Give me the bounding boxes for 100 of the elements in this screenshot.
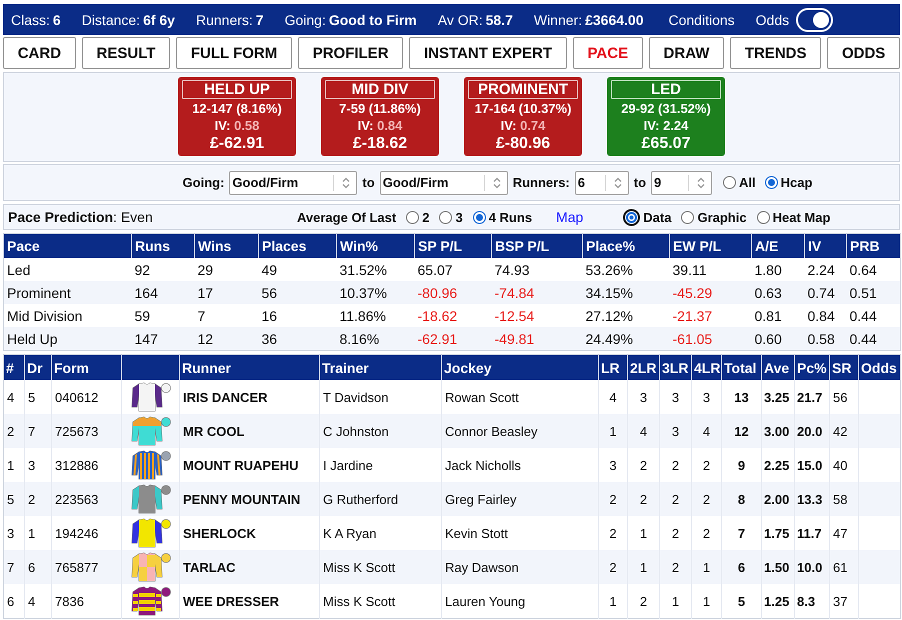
tab[interactable]: RESULT bbox=[82, 37, 170, 69]
table-cell: 12 bbox=[722, 414, 762, 448]
conditions-link[interactable]: Conditions bbox=[668, 12, 735, 28]
table-cell: 11.86% bbox=[336, 304, 414, 327]
table-cell: Miss K Scott bbox=[320, 550, 442, 584]
jersey-icon bbox=[130, 518, 170, 548]
table-cell: 1 bbox=[660, 584, 692, 618]
table-cell: PENNY MOUNTAIN bbox=[180, 482, 320, 516]
odds-toggle[interactable] bbox=[796, 8, 834, 32]
table-cell: 6 bbox=[24, 550, 52, 584]
table-cell: Led bbox=[4, 258, 132, 281]
radio-label: All bbox=[739, 175, 756, 190]
tab[interactable]: INSTANT EXPERT bbox=[409, 37, 567, 69]
table-cell: 3.00 bbox=[762, 414, 794, 448]
iv-text: IV: 2.24 bbox=[644, 118, 688, 134]
win-record-text: 7-59 (11.86%) bbox=[339, 100, 421, 118]
table-cell: 0.60 bbox=[752, 327, 804, 350]
tab[interactable]: TRENDS bbox=[730, 37, 822, 69]
table-cell: 12 bbox=[194, 327, 258, 350]
table-cell: 8.3 bbox=[794, 584, 830, 618]
radio-label: 3 bbox=[455, 210, 463, 224]
race-info-text: Distance: 6f 6y bbox=[82, 12, 175, 28]
tab[interactable]: FULL FORM bbox=[176, 37, 292, 69]
updown-chevron-icon bbox=[492, 176, 501, 188]
table-cell: 10.37% bbox=[336, 281, 414, 304]
table-cell: 65.07 bbox=[414, 258, 492, 281]
radio-button[interactable] bbox=[681, 210, 694, 224]
race-info-text: Av OR: 58.7 bbox=[438, 12, 513, 28]
updown-chevron-icon bbox=[342, 176, 350, 188]
radio-label: Graphic bbox=[697, 210, 747, 224]
pace-prediction-text: Pace Prediction: Even bbox=[8, 209, 153, 225]
column-header: 4LR bbox=[692, 354, 722, 380]
table-cell: 7836 bbox=[52, 584, 122, 618]
filter-label: Going: bbox=[182, 175, 224, 190]
radio-button[interactable] bbox=[723, 176, 736, 189]
iv-text: IV: 0.84 bbox=[358, 118, 402, 134]
table-cell: -18.62 bbox=[414, 304, 492, 327]
tab[interactable]: CARD bbox=[3, 37, 76, 69]
table-cell: C Johnston bbox=[320, 414, 442, 448]
table-cell: 36 bbox=[258, 327, 336, 350]
table-cell: 13.3 bbox=[794, 482, 830, 516]
table-cell: Held Up bbox=[4, 327, 132, 350]
profit-text: £65.07 bbox=[642, 134, 690, 153]
column-header: Wins bbox=[194, 234, 258, 258]
table-cell: MR COOL bbox=[180, 414, 320, 448]
column-header: A/E bbox=[752, 234, 804, 258]
iv-text: IV: 0.74 bbox=[500, 118, 546, 134]
column-header: Places bbox=[258, 234, 336, 258]
table-cell: 42 bbox=[830, 414, 858, 448]
table-cell: -61.05 bbox=[670, 327, 752, 350]
table-cell: 27.12% bbox=[582, 304, 670, 327]
card-title: MID DIV bbox=[325, 80, 435, 99]
table-cell: 31.52% bbox=[336, 258, 414, 281]
table-cell: 1.25 bbox=[762, 584, 794, 618]
table-cell: Miss K Scott bbox=[320, 584, 442, 618]
tab[interactable]: DRAW bbox=[648, 37, 724, 69]
jersey-icon bbox=[130, 450, 170, 480]
win-record-text: 29-92 (31.52%) bbox=[621, 100, 711, 118]
runners-to-select[interactable]: 9 bbox=[651, 170, 712, 194]
updown-chevron-icon bbox=[614, 176, 622, 188]
map-link[interactable]: Map bbox=[556, 209, 584, 225]
table-cell: 4 bbox=[628, 414, 660, 448]
card-title: PROMINENT bbox=[468, 80, 578, 99]
table-cell: Lauren Young bbox=[442, 584, 598, 618]
filter-label: to bbox=[634, 175, 646, 190]
tab[interactable]: PACE bbox=[572, 37, 643, 69]
radio-label: Heat Map bbox=[772, 210, 830, 224]
table-cell: 1 bbox=[4, 448, 24, 482]
column-header: Ave bbox=[762, 354, 794, 380]
table-cell: 1 bbox=[692, 550, 722, 584]
column-header: Odds bbox=[858, 354, 900, 380]
table-cell: 2 bbox=[24, 482, 52, 516]
radio-button[interactable] bbox=[406, 210, 420, 224]
going-to-select[interactable]: Good/Firm bbox=[380, 170, 508, 194]
radio-button[interactable] bbox=[472, 210, 486, 224]
profit-text: £-80.96 bbox=[496, 134, 550, 153]
race-info-text: Class: 6 bbox=[11, 12, 61, 28]
tab[interactable]: PROFILER bbox=[298, 37, 404, 69]
table-cell: 16 bbox=[258, 304, 336, 327]
column-header: Runs bbox=[132, 234, 194, 258]
column-header: SP P/L bbox=[414, 234, 492, 258]
tab[interactable]: ODDS bbox=[827, 37, 900, 69]
column-header: 2LR bbox=[628, 354, 660, 380]
table-cell: 147 bbox=[132, 327, 194, 350]
table-cell: 2 bbox=[660, 482, 692, 516]
radio-button[interactable] bbox=[764, 176, 778, 189]
table-cell: 2 bbox=[628, 584, 660, 618]
table-cell: 765877 bbox=[52, 550, 122, 584]
table-cell: -74.84 bbox=[492, 281, 582, 304]
column-header: Place% bbox=[582, 234, 670, 258]
table-cell: 4 bbox=[692, 414, 722, 448]
radio-label: Hcap bbox=[780, 175, 812, 190]
table-cell: 1 bbox=[628, 550, 660, 584]
column-header: BSP P/L bbox=[492, 234, 582, 258]
going-from-select[interactable]: Good/Firm bbox=[229, 170, 358, 194]
radio-button[interactable] bbox=[439, 210, 452, 224]
runners-from-select[interactable]: 6 bbox=[574, 170, 629, 194]
profit-text: £-18.62 bbox=[352, 134, 408, 153]
radio-button[interactable] bbox=[623, 208, 640, 226]
radio-button[interactable] bbox=[756, 210, 770, 224]
